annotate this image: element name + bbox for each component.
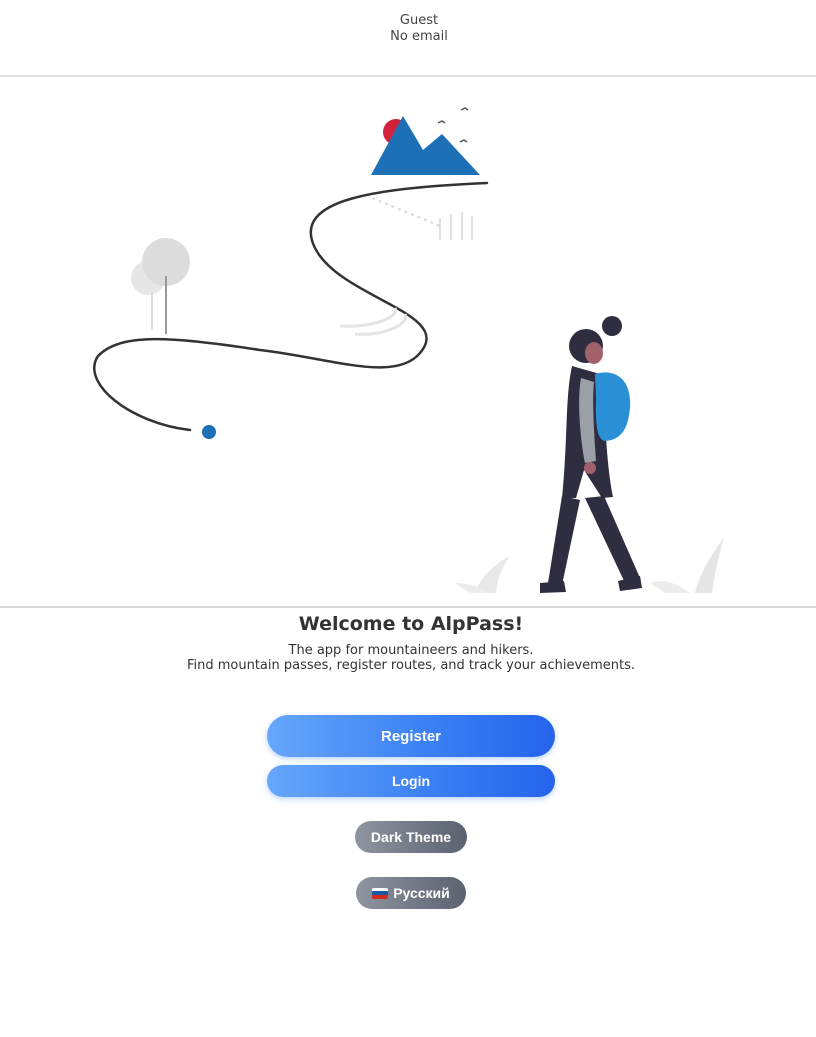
hero-illustration	[0, 78, 816, 608]
path-start-dot	[202, 425, 216, 439]
welcome-title: Welcome to AlpPass!	[298, 613, 524, 635]
hiker-figure	[540, 316, 642, 593]
hiker-illustration	[93, 107, 724, 593]
russia-flag-icon	[372, 887, 389, 899]
user-header: Guest No email	[0, 0, 816, 77]
welcome-description-line2: Find mountain passes, register routes, a…	[186, 658, 636, 673]
backpack-shape	[595, 372, 631, 441]
language-button[interactable]: Русский	[356, 877, 466, 909]
login-button[interactable]: Login	[267, 765, 555, 797]
user-email: No email	[390, 29, 448, 44]
dark-theme-button[interactable]: Dark Theme	[355, 821, 467, 853]
register-button[interactable]: Register	[267, 715, 555, 757]
user-name: Guest	[399, 13, 439, 28]
winding-path-shape	[93, 181, 489, 432]
welcome-description-line1: The app for mountaineers and hikers.	[288, 643, 534, 658]
language-label: Русский	[393, 885, 450, 901]
